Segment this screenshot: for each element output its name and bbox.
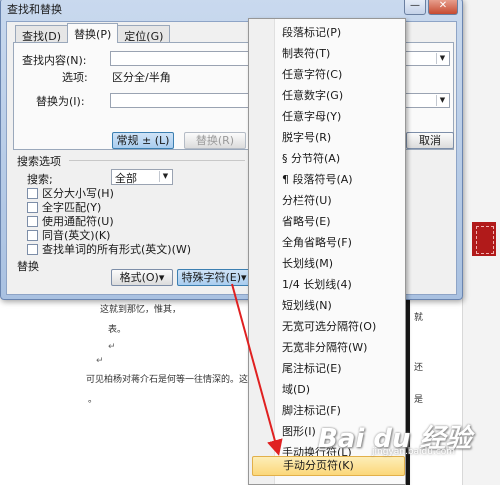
red-seal-image [472,222,496,256]
search-direction-select[interactable]: 全部 ▼ [111,169,173,185]
document-text-line: 表。 [108,325,127,335]
dialog-title: 查找和替换 [7,3,62,16]
dialog-tabs: 查找(D) 替换(P) 定位(G) [15,23,171,43]
watermark-url: jingyan.baidu.com [372,447,456,457]
document-text-line: 。 [88,395,98,405]
options-label: 选项: [62,71,88,84]
checkbox-box[interactable] [27,215,38,227]
minimize-button[interactable]: — [404,0,426,15]
replace-button[interactable]: 替换(R) [184,132,246,149]
menu-item-field[interactable]: 域(D) [276,380,404,400]
menu-item-paragraph-char[interactable]: ¶ 段落符号(A) [276,170,404,190]
menu-item-em-dash[interactable]: 长划线(M) [276,254,404,274]
all-word-forms-checkbox[interactable]: 查找单词的所有形式(英文)(W) [27,241,191,257]
menu-item-zero-width-non-break[interactable]: 无宽非分隔符(W) [276,338,404,358]
search-options-title: 搜索选项 [17,155,61,168]
menu-item-zero-width-optional-break[interactable]: 无宽可选分隔符(O) [276,317,404,337]
checkbox-label: 查找单词的所有形式(英文)(W) [42,243,192,256]
chevron-down-icon[interactable]: ▼ [159,171,171,182]
special-characters-menu: 段落标记(P) 制表符(T) 任意字符(C) 任意数字(G) 任意字母(Y) 脱… [248,18,406,485]
replace-with-label: 替换为(I): [36,95,85,108]
menu-item-fullwidth-ellipsis[interactable]: 全角省略号(F) [276,233,404,253]
divider [69,160,245,161]
close-button[interactable]: ✕ [428,0,458,15]
checkbox-box[interactable] [27,187,38,199]
checkbox-box[interactable] [27,229,38,241]
document-text-line: 可见柏杨对蒋介石是何等一往情深的。这 [86,375,249,385]
tab-replace[interactable]: 替换(P) [67,23,119,43]
document-text-fragment: 就 [414,313,424,323]
menu-item-endnote-mark[interactable]: 尾注标记(E) [276,359,404,379]
options-value: 区分全/半角 [112,71,171,84]
menu-item-tab[interactable]: 制表符(T) [276,44,404,64]
chevron-down-icon[interactable]: ▼ [436,53,448,64]
menu-item-quarter-em-dash[interactable]: 1/4 长划线(4) [276,275,404,295]
document-text-fragment: 还 [414,363,424,373]
paragraph-mark: ↵ [96,356,104,366]
menu-item-paragraph-mark[interactable]: 段落标记(P) [276,23,404,43]
document-text-line: 这就到那忆，惟其， [100,305,182,315]
menu-item-any-digit[interactable]: 任意数字(G) [276,86,404,106]
special-button[interactable]: 特殊字符(E)▾ [177,269,251,286]
menu-icon-gutter [249,19,275,484]
menu-item-any-char[interactable]: 任意字符(C) [276,65,404,85]
paragraph-mark: ↵ [108,342,116,352]
chevron-down-icon[interactable]: ▼ [436,95,448,106]
less-button[interactable]: 常规 ± (L) [112,132,174,149]
find-what-label: 查找内容(N): [22,54,87,67]
menu-item-en-dash[interactable]: 短划线(N) [276,296,404,316]
replace-section-title: 替换 [17,260,39,273]
document-text-fragment: 是 [414,395,424,405]
tab-find[interactable]: 查找(D) [15,25,69,43]
menu-item-ellipsis[interactable]: 省略号(E) [276,212,404,232]
cancel-button[interactable]: 取消 [406,132,454,149]
checkbox-box[interactable] [27,243,38,255]
search-direction-value: 全部 [115,172,137,185]
menu-item-manual-page-break[interactable]: 手动分页符(K) [252,456,405,476]
menu-item-column-break[interactable]: 分栏符(U) [276,191,404,211]
checkbox-box[interactable] [27,201,38,213]
tab-goto[interactable]: 定位(G) [117,25,171,43]
format-button[interactable]: 格式(O)▾ [111,269,173,286]
menu-item-caret[interactable]: 脱字号(R) [276,128,404,148]
menu-item-section-char[interactable]: § 分节符(A) [276,149,404,169]
dialog-title-bar[interactable]: 查找和替换 — ✕ [1,0,462,17]
menu-item-any-letter[interactable]: 任意字母(Y) [276,107,404,127]
